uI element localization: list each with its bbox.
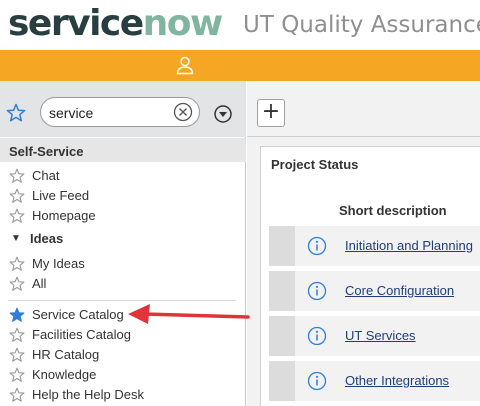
row-description-link[interactable]: UT Services: [345, 328, 416, 344]
clear-icon[interactable]: [173, 102, 193, 122]
nav-item-label: Service Catalog: [32, 307, 124, 322]
toolbar-divider: [247, 136, 480, 137]
row-description-link[interactable]: Core Configuration: [345, 283, 454, 299]
filter-input-value: service: [49, 105, 94, 121]
table-row: UT Services: [269, 316, 480, 356]
info-icon[interactable]: [307, 236, 327, 256]
star-outline-icon[interactable]: [9, 347, 25, 363]
project-status-widget: Project Status Short description Initiat…: [260, 146, 480, 406]
servicenow-logo[interactable]: servicenow: [8, 3, 224, 44]
row-description-link[interactable]: Initiation and Planning: [345, 238, 473, 254]
nav-item-label: Facilities Catalog: [32, 327, 131, 342]
add-content-button[interactable]: +: [257, 99, 285, 127]
star-outline-icon[interactable]: [9, 387, 25, 403]
logo-text: service: [8, 3, 144, 44]
logo-accent-text: now: [142, 3, 224, 44]
nav-item-knowledge[interactable]: Knowledge: [0, 365, 240, 385]
top-banner: [0, 50, 480, 81]
nav-item-live-feed[interactable]: Live Feed: [0, 186, 240, 206]
info-icon[interactable]: [307, 371, 327, 391]
nav-item-label: Chat: [32, 168, 60, 183]
star-outline-icon[interactable]: [9, 168, 25, 184]
table-row: Other Integrations: [269, 361, 480, 401]
nav-item-label: All: [32, 276, 47, 291]
expand-triangle-icon[interactable]: ▼: [11, 233, 21, 245]
row-selector[interactable]: [269, 361, 295, 401]
navigator-filter-input[interactable]: service: [40, 97, 200, 127]
nav-item-label: Knowledge: [32, 367, 97, 382]
row-selector[interactable]: [269, 316, 295, 356]
info-icon[interactable]: [307, 326, 327, 346]
annotation-arrow: [128, 304, 250, 324]
nav-item-label: Help the Help Desk: [32, 387, 144, 402]
nav-item-homepage[interactable]: Homepage: [0, 206, 240, 226]
favorites-star-icon[interactable]: [6, 103, 26, 123]
section-self-service[interactable]: Self-Service: [0, 138, 246, 162]
homepage-content: + Project Status Short description Initi…: [247, 81, 480, 406]
nav-item-label: Live Feed: [32, 188, 90, 203]
subgroup-label: Ideas: [30, 231, 64, 246]
column-header-short-description[interactable]: Short description: [339, 203, 447, 219]
subgroup-ideas[interactable]: ▼ Ideas: [0, 229, 240, 249]
row-selector[interactable]: [269, 271, 295, 311]
nav-item-chat[interactable]: Chat: [0, 166, 240, 186]
nav-item-my-ideas[interactable]: My Ideas: [0, 254, 240, 274]
row-selector[interactable]: [269, 226, 295, 266]
navigator-filter-bar: service: [0, 81, 246, 137]
star-outline-icon[interactable]: [9, 327, 25, 343]
star-filled-icon[interactable]: [9, 307, 25, 323]
star-outline-icon[interactable]: [9, 367, 25, 383]
table-row: Initiation and Planning: [269, 226, 480, 266]
section-title: Self-Service: [9, 144, 84, 159]
info-icon[interactable]: [307, 281, 327, 301]
star-outline-icon[interactable]: [9, 256, 25, 272]
app-header: servicenow UT Quality Assurance: [0, 0, 480, 50]
nav-item-label: Homepage: [32, 208, 96, 223]
star-outline-icon[interactable]: [9, 276, 25, 292]
user-icon[interactable]: [175, 55, 195, 75]
nav-item-help-the-help-desk[interactable]: Help the Help Desk: [0, 385, 240, 405]
widget-title: Project Status: [271, 157, 359, 172]
nav-item-label: My Ideas: [32, 256, 85, 271]
star-outline-icon[interactable]: [9, 188, 25, 204]
nav-item-hr-catalog[interactable]: HR Catalog: [0, 345, 240, 365]
table-row: Core Configuration: [269, 271, 480, 311]
application-navigator: service Self-Service Chat Live Feed Home…: [0, 81, 246, 406]
instance-title: UT Quality Assurance: [243, 12, 480, 38]
nav-item-label: HR Catalog: [32, 347, 100, 362]
collapse-all-icon[interactable]: [213, 104, 233, 124]
row-description-link[interactable]: Other Integrations: [345, 373, 449, 389]
nav-item-all[interactable]: All: [0, 274, 240, 294]
star-outline-icon[interactable]: [9, 208, 25, 224]
